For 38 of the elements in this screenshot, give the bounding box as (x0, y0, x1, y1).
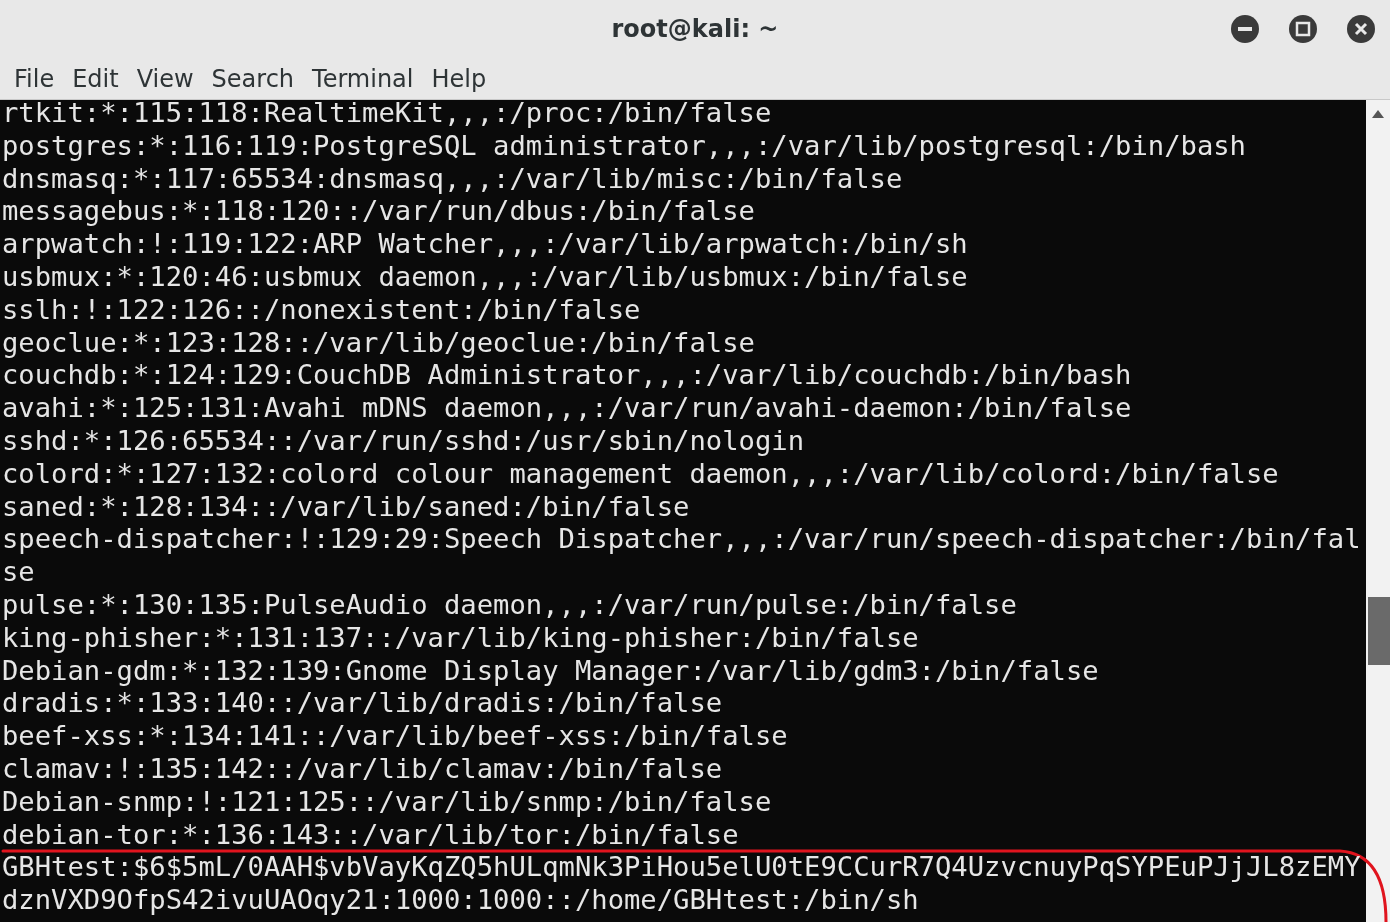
terminal-line: rtkit:*:115:118:RealtimeKit,,,:/proc:/bin/false (2, 97, 772, 130)
menu-item[interactable]: Edit (64, 60, 127, 97)
terminal-line: sshd:*:126:65534::/var/run/sshd:/usr/sbin/nologin (2, 424, 805, 458)
menu-item[interactable]: Terminal (304, 60, 422, 97)
terminal-line: Debian-snmp:!:121:125::/var/lib/snmp:/bin/false (2, 785, 772, 819)
window-title: root@kali: ~ (611, 14, 779, 45)
menu-item[interactable]: View (128, 60, 202, 97)
terminal-line: clamav:!:135:142::/var/lib/clamav:/bin/false (2, 752, 723, 786)
menu-item[interactable]: File (6, 60, 63, 97)
terminal-line: king-phisher:*:131:137::/var/lib/king-phisher:/bin/false (2, 621, 919, 655)
terminal-line: colord:*:127:132:colord colour management daemon,,,:/var/lib/colord:/bin/false (2, 457, 1279, 491)
terminal-line: dradis:*:133:140::/var/lib/dradis:/bin/false (2, 687, 723, 721)
terminal-line: speech-dispatcher:!:129:29:Speech Dispatcher,,,:/var/run/speech-dispatcher:/bin/fal (2, 523, 1361, 557)
terminal-line: postgres:*:116:119:PostgreSQL administrator,,,:/var/lib/postgresql:/bin/bash (2, 129, 1246, 163)
terminal-line: messagebus:*:118:120::/var/run/dbus:/bin/false (2, 195, 755, 229)
terminal-line: debian-tor:*:136:143::/var/lib/tor:/bin/false (2, 818, 739, 852)
terminal-line: geoclue:*:123:128::/var/lib/geoclue:/bin/false (2, 326, 755, 360)
terminal-line: saned:*:128:134::/var/lib/saned:/bin/false (2, 490, 690, 524)
terminal-line: GBHtest:$6$5mL/0AAH$vbVayKqZQ5hULqmNk3PiHou5elU0tE9CCurR7Q4UzvcnuyPqSYPEuPJjJL8zEMY (2, 851, 1361, 885)
close-button[interactable] (1346, 14, 1376, 44)
terminal-line: se (2, 556, 35, 589)
terminal-line: dnsmasq:*:117:65534:dnsmasq,,,:/var/lib/misc:/bin/false (2, 162, 903, 196)
terminal-line: beef-xss:*:134:141::/var/lib/beef-xss:/bin/false (2, 720, 788, 753)
terminal-line: avahi:*:125:131:Avahi mDNS daemon,,,:/var/run/avahi-daemon:/bin/false (2, 392, 1132, 425)
menu-item[interactable]: Search (203, 60, 303, 97)
maximize-button[interactable] (1288, 14, 1318, 44)
terminal-line: usbmux:*:120:46:usbmux daemon,,,:/var/lib/usbmux:/bin/false (2, 261, 968, 294)
scroll-up-icon[interactable] (1372, 110, 1384, 118)
scrollbar-thumb[interactable] (1368, 597, 1390, 665)
scrollbar[interactable] (1366, 100, 1390, 922)
terminal-line: pulse:*:130:135:PulseAudio daemon,,,:/var/run/pulse:/bin/false (2, 588, 1017, 622)
minimize-button[interactable] (1230, 14, 1260, 44)
terminal-line: Debian-gdm:*:132:139:Gnome Display Manager:/var/lib/gdm3:/bin/false (2, 654, 1099, 688)
terminal-line: dznVXD9OfpS42ivuUAOqy21:1000:1000::/home/GBHtest:/bin/sh (2, 884, 919, 917)
terminal-line: couchdb:*:124:129:CouchDB Administrator,,,:/var/lib/couchdb:/bin/bash (2, 359, 1132, 393)
terminal-line: arpwatch:!:119:122:ARP Watcher,,,:/var/lib/arpwatch:/bin/sh (2, 228, 968, 261)
terminal-line: sslh:!:122:126::/nonexistent:/bin/false (2, 293, 641, 327)
menu-item[interactable]: Help (423, 60, 495, 97)
